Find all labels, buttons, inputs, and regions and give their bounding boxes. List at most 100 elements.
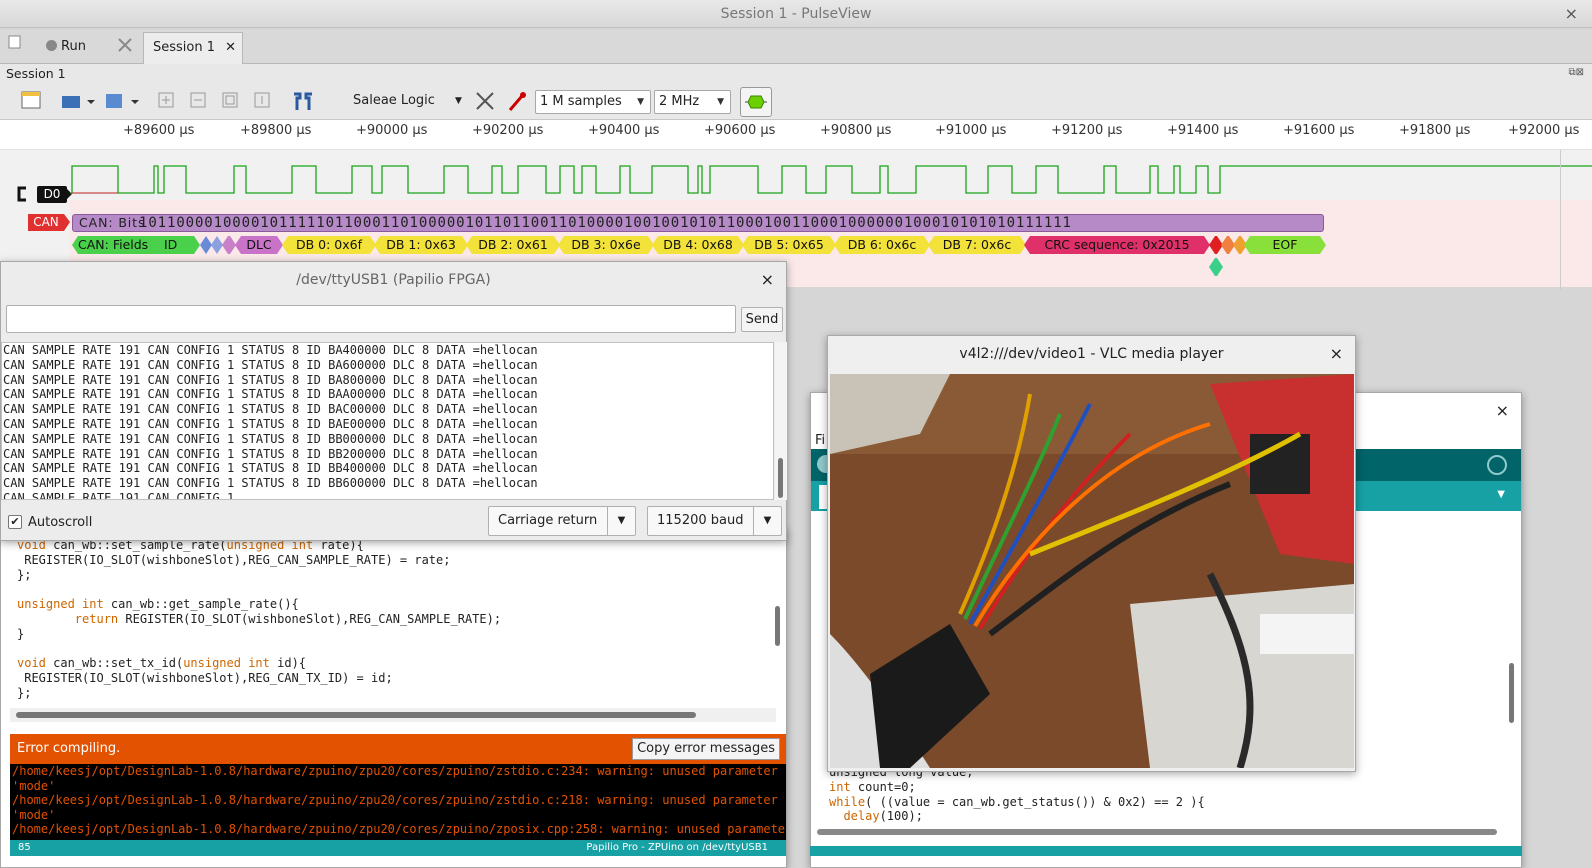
chevron-down-icon: ▼ (607, 507, 635, 535)
code-line: REGISTER(IO_SLOT(wishboneSlot),REG_CAN_T… (17, 671, 393, 686)
d0-waveform (70, 165, 1592, 194)
samples-value: 1 M samples (540, 94, 622, 109)
console-line: /home/keesj/opt/DesignLab-1.0.8/hardware… (12, 822, 786, 837)
error-title: Error compiling. (17, 741, 121, 756)
channel-label-can[interactable]: CAN (28, 214, 64, 231)
code-line: } (17, 626, 25, 641)
serial-line: CAN SAMPLE RATE 191 CAN CONFIG 1 STATUS … (3, 343, 538, 357)
device-label: Saleae Logic (353, 93, 435, 108)
baud-select[interactable]: 115200 baud ▼ (647, 506, 782, 536)
close-icon[interactable]: × (761, 262, 774, 298)
autoscroll-label: Autoscroll (28, 515, 93, 530)
baud-value: 115200 baud (657, 513, 744, 528)
dock-float-icon[interactable]: ⧉⊠ (1568, 67, 1584, 78)
field-db1: DB 1: 0x63 (374, 236, 468, 254)
serial-output[interactable]: CAN SAMPLE RATE 191 CAN CONFIG 1 STATUS … (1, 342, 774, 500)
close-icon[interactable]: × (1330, 336, 1343, 372)
ruler-tick: +91800 µs (1399, 123, 1471, 138)
can-bits-row: CAN: Bits 101100001000010111110110001101… (72, 214, 1324, 232)
code-hscrollbar-2[interactable] (817, 829, 1497, 835)
code-line: }; (17, 685, 32, 700)
video-frame[interactable] (830, 374, 1354, 768)
code-line: int count=0; (829, 779, 916, 794)
cursor-icon[interactable] (290, 90, 316, 112)
vlc-title: v4l2:///dev/video1 - VLC media player (959, 346, 1224, 362)
code-vscrollbar-2[interactable] (1505, 513, 1519, 823)
send-button[interactable]: Send (741, 307, 783, 332)
error-bar: Error compiling. Copy error messages (10, 734, 786, 764)
zoom-one-icon[interactable] (252, 90, 274, 112)
channel-label-d0[interactable]: D0 (37, 186, 67, 203)
zoom-in-icon[interactable] (156, 90, 178, 112)
field-eof: EOF (1244, 236, 1326, 254)
close-icon[interactable]: × (1496, 401, 1509, 420)
menu-file[interactable]: Fi (815, 433, 825, 448)
close-window-icon[interactable]: × (1565, 0, 1578, 28)
tools-icon (118, 38, 132, 52)
run-label: Run (61, 39, 86, 54)
document-icon (8, 35, 21, 49)
serial-line: CAN SAMPLE RATE 191 CAN CONFIG 1 STATUS … (3, 357, 538, 372)
serial-monitor-icon[interactable] (1487, 455, 1507, 475)
ide-status-bar-2 (810, 846, 1522, 856)
autoscroll-checkbox[interactable]: ✔ (8, 515, 22, 529)
chevron-down-icon[interactable]: ▼ (1497, 489, 1505, 500)
rate-select[interactable]: 2 MHz ▼ (654, 90, 731, 114)
device-select[interactable]: Saleae Logic ▼ (353, 88, 462, 114)
code-line: void can_wb::set_tx_id(unsigned int id){ (17, 656, 307, 671)
serial-scrollbar[interactable] (775, 342, 787, 500)
zoom-out-icon[interactable] (188, 90, 210, 112)
session-tab-label: Session 1 (153, 40, 216, 55)
configure-device-icon[interactable] (474, 90, 496, 112)
serial-input[interactable] (6, 305, 736, 333)
code-editor[interactable]: void can_wb::set_sample_rate(unsigned in… (10, 538, 772, 706)
error-console[interactable]: /home/keesj/opt/DesignLab-1.0.8/hardware… (10, 764, 786, 840)
new-session-button[interactable] (8, 34, 22, 60)
code-vscrollbar[interactable] (772, 538, 784, 706)
serial-line: CAN SAMPLE RATE 191 CAN CONFIG 1 STATUS … (3, 476, 538, 491)
field-db7: DB 7: 0x6c (928, 236, 1026, 254)
decoder-button[interactable] (740, 87, 772, 117)
pulseview-toolbar: Saleae Logic ▼ 1 M samples ▼ 2 MHz ▼ (0, 84, 1592, 120)
code-line: unsigned int can_wb::get_sample_rate(){ (17, 597, 299, 612)
field-db5: DB 5: 0x65 (742, 236, 836, 254)
samples-select[interactable]: 1 M samples ▼ (535, 90, 651, 114)
code-hscrollbar[interactable] (10, 708, 776, 722)
code-editor-2[interactable]: unsigned long value; int count=0; while( (… (829, 765, 1205, 824)
trace-scrollbar[interactable] (1560, 150, 1568, 290)
run-button[interactable]: Run (46, 34, 86, 60)
arrow-right-icon (64, 214, 70, 231)
serial-monitor-window: /dev/ttyUSB1 (Papilio FPGA) × Send CAN S… (0, 261, 787, 541)
ruler-tick: +90800 µs (820, 123, 892, 138)
time-ruler[interactable]: +89600 µs +89800 µs +90000 µs +90200 µs … (0, 120, 1592, 150)
copy-error-messages-button[interactable]: Copy error messages (632, 738, 780, 760)
ruler-tick: +90400 µs (588, 123, 660, 138)
settings-tools-button[interactable] (116, 34, 134, 60)
code-line: REGISTER(IO_SLOT(wishboneSlot),REG_CAN_S… (17, 552, 451, 567)
field-db0: DB 0: 0x6f (282, 236, 376, 254)
serial-line: CAN SAMPLE RATE 191 CAN CONFIG 1 STATUS … (3, 372, 538, 387)
line-ending-value: Carriage return (498, 513, 598, 528)
ruler-tick: +89800 µs (240, 123, 312, 138)
serial-line: CAN SAMPLE RATE 191 CAN CONFIG 1 STATUS … (3, 402, 538, 417)
vlc-window: v4l2:///dev/video1 - VLC media player × (827, 335, 1356, 772)
probe-icon[interactable] (506, 90, 528, 112)
field-db4: DB 4: 0x68 (652, 236, 744, 254)
field-id: ID (164, 237, 178, 252)
zoom-fit-icon[interactable] (220, 90, 242, 112)
ruler-tick: +90200 µs (472, 123, 544, 138)
console-line: /home/keesj/opt/DesignLab-1.0.8/hardware… (12, 764, 778, 778)
new-file-icon[interactable] (20, 90, 42, 112)
ruler-tick: +92000 µs (1508, 123, 1580, 138)
tab-session-1[interactable]: Session 1 ✕ (143, 32, 243, 64)
code-line: while( ((value = can_wb.get_status()) & … (829, 794, 1205, 809)
can-fields-label-box: CAN: Fields ID (72, 236, 200, 254)
chevron-down-icon: ▼ (637, 97, 644, 107)
serial-line: CAN SAMPLE RATE 191 CAN CONFIG 1 (3, 490, 235, 500)
serial-line: CAN SAMPLE RATE 191 CAN CONFIG 1 STATUS … (3, 387, 538, 402)
line-ending-select[interactable]: Carriage return ▼ (488, 506, 636, 536)
save-icon[interactable] (104, 90, 140, 112)
open-icon[interactable] (60, 90, 96, 112)
channel-handle-icon[interactable] (16, 186, 30, 202)
close-tab-icon[interactable]: ✕ (225, 40, 236, 55)
